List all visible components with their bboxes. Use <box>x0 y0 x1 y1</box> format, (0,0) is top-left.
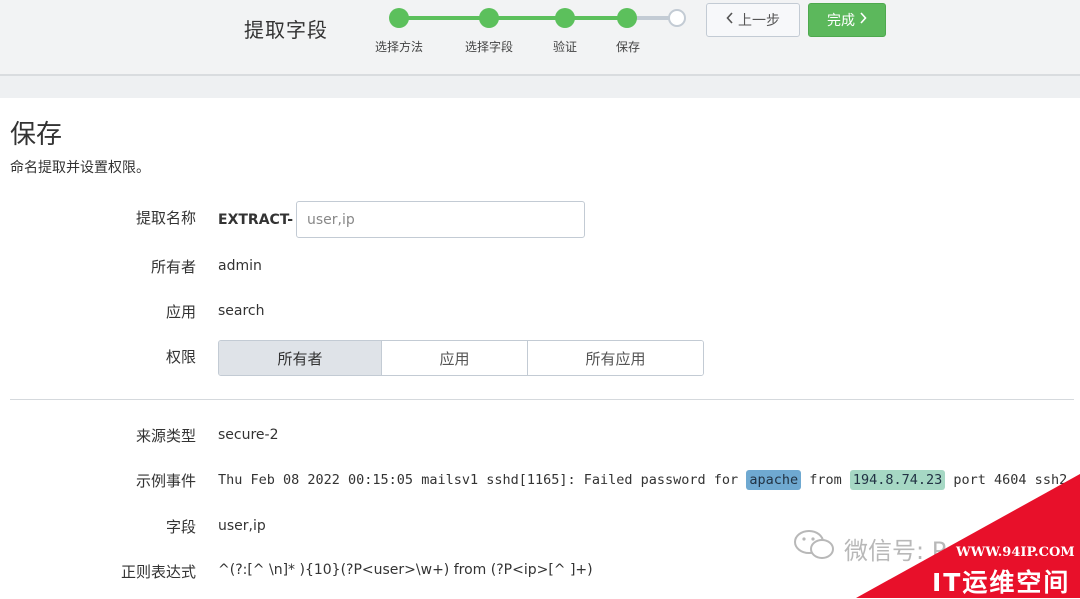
header-shadow-band <box>0 76 1080 98</box>
permission-owner-option[interactable]: 所有者 <box>219 341 382 375</box>
permissions-label: 权限 <box>165 348 196 366</box>
page-subtitle: 命名提取并设置权限。 <box>10 160 150 176</box>
chevron-left-icon <box>726 12 734 28</box>
permissions-toggle-group: 所有者 应用 所有应用 <box>218 340 704 376</box>
sample-event-label: 示例事件 <box>135 472 196 490</box>
owner-label: 所有者 <box>150 258 196 276</box>
wechat-icon <box>792 528 838 568</box>
app-value: search <box>218 303 265 319</box>
step-label-validate: 验证 <box>552 40 578 54</box>
chevron-right-icon <box>859 12 867 28</box>
brand-name-text: IT运维空间 <box>932 568 1071 597</box>
step-progress: 选择方法 选择字段 验证 保存 <box>0 0 700 74</box>
step-dot-1 <box>389 8 409 28</box>
step-connector <box>399 16 489 20</box>
extraction-name-label: 提取名称 <box>135 209 196 227</box>
regex-label: 正则表达式 <box>120 563 196 581</box>
user-field-highlight: apache <box>746 470 802 490</box>
section-divider <box>10 399 1074 400</box>
fields-label: 字段 <box>165 518 196 536</box>
step-dot-4 <box>617 8 637 28</box>
permission-app-option[interactable]: 应用 <box>382 341 528 375</box>
step-label-save: 保存 <box>615 40 641 54</box>
event-text-mid: from <box>801 472 850 488</box>
sourcetype-label: 来源类型 <box>135 427 196 445</box>
step-dot-3 <box>555 8 575 28</box>
sourcetype-value: secure-2 <box>218 427 279 443</box>
finish-label: 完成 <box>827 13 855 29</box>
fields-value: user,ip <box>218 518 266 534</box>
step-label-select-method: 选择方法 <box>374 40 424 54</box>
previous-step-button[interactable]: 上一步 <box>706 3 800 37</box>
owner-value: admin <box>218 258 262 274</box>
app-label: 应用 <box>165 303 196 321</box>
step-connector <box>489 16 565 20</box>
page-title: 保存 <box>10 120 63 150</box>
step-dot-5 <box>668 9 686 27</box>
extraction-name-input[interactable] <box>296 201 585 238</box>
extraction-name-prefix: EXTRACT- <box>218 212 294 228</box>
step-dot-2 <box>479 8 499 28</box>
event-text-before: Thu Feb 08 2022 00:15:05 mailsv1 sshd[11… <box>218 472 747 488</box>
regex-value: ^(?:[^ \n]* ){10}(?P<user>\w+) from (?P<… <box>218 562 593 578</box>
step-label-select-fields: 选择字段 <box>464 40 514 54</box>
wizard-header: 提取字段 选择方法 选择字段 验证 保存 上一步 完成 <box>0 0 1080 76</box>
permission-all-apps-option[interactable]: 所有应用 <box>528 341 703 375</box>
brand-site-text: WWW.94IP.COM <box>956 545 1075 560</box>
finish-button[interactable]: 完成 <box>808 3 886 37</box>
previous-step-label: 上一步 <box>738 13 780 29</box>
